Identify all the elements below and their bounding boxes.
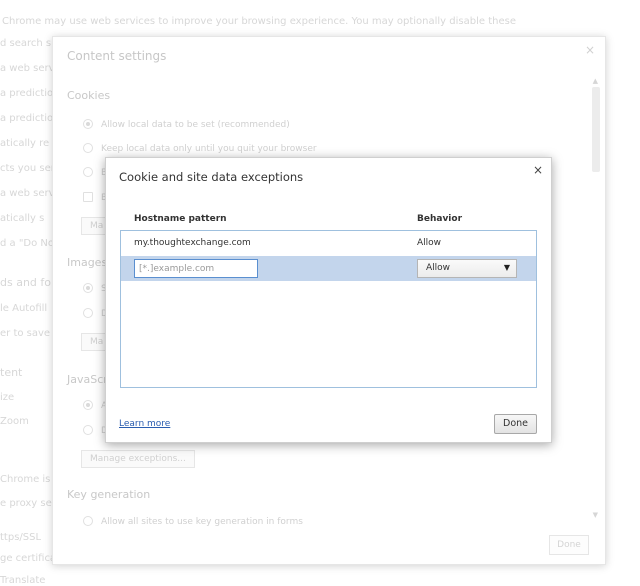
bg-section-heading: tent bbox=[0, 366, 23, 379]
behavior-cell: Allow bbox=[417, 238, 442, 248]
dialog-title: Cookie and site data exceptions bbox=[119, 170, 304, 184]
bg-text-line: Zoom bbox=[0, 416, 29, 427]
option-label: Allow local data to be set (recommended) bbox=[101, 120, 290, 130]
done-button[interactable]: Done bbox=[494, 414, 537, 434]
behavior-select-value: Allow bbox=[426, 263, 451, 273]
column-header-behavior: Behavior bbox=[417, 214, 463, 224]
hostname-pattern-input[interactable] bbox=[134, 259, 258, 278]
learn-more-link[interactable]: Learn more bbox=[119, 419, 170, 429]
bg-text-line: ize bbox=[0, 392, 15, 403]
key-generation-heading: Key generation bbox=[67, 488, 151, 501]
table-row-new-entry[interactable]: Allow ▼ bbox=[121, 256, 536, 281]
bg-text-line: le Autofill bbox=[0, 303, 48, 314]
images-option-show[interactable]: S bbox=[83, 283, 107, 294]
bg-text-line: Translate bbox=[0, 575, 46, 586]
scroll-down-arrow-icon[interactable]: ▼ bbox=[593, 511, 598, 519]
bg-text-line: d a "Do No bbox=[0, 238, 55, 249]
radio-icon[interactable] bbox=[83, 167, 93, 177]
bg-text-line: ttps/SSL bbox=[0, 532, 42, 543]
checkbox-icon[interactable] bbox=[83, 192, 93, 202]
radio-checked-icon[interactable] bbox=[83, 283, 93, 293]
javascript-manage-exceptions-button[interactable]: Manage exceptions... bbox=[81, 450, 195, 468]
radio-icon[interactable] bbox=[83, 143, 93, 153]
bg-text-line: er to save p bbox=[0, 328, 60, 339]
bg-text-line: a prediction bbox=[0, 113, 60, 124]
radio-icon[interactable] bbox=[83, 425, 93, 435]
bg-section-heading: ds and for bbox=[0, 276, 56, 289]
bg-text-line: a web serv bbox=[0, 188, 55, 199]
radio-checked-icon[interactable] bbox=[83, 119, 93, 129]
option-label: Keep local data only until you quit your… bbox=[101, 144, 317, 154]
javascript-option-allow[interactable]: A bbox=[83, 400, 107, 411]
bg-text-line: atically re bbox=[0, 138, 50, 149]
scroll-up-arrow-icon[interactable]: ▲ bbox=[593, 77, 598, 85]
bg-text-line: Chrome is bbox=[0, 474, 51, 485]
hostname-cell: my.thoughtexchange.com bbox=[134, 238, 251, 248]
behavior-select[interactable]: Allow ▼ bbox=[417, 259, 517, 278]
radio-icon[interactable] bbox=[83, 308, 93, 318]
bg-text-line: a prediction bbox=[0, 88, 60, 99]
bg-text-line: a web servi bbox=[0, 63, 58, 74]
radio-checked-icon[interactable] bbox=[83, 400, 93, 410]
cookies-option-session[interactable]: Keep local data only until you quit your… bbox=[83, 143, 317, 154]
cookies-heading: Cookies bbox=[67, 89, 111, 102]
close-icon[interactable]: × bbox=[585, 43, 595, 57]
exceptions-list: my.thoughtexchange.com Allow Allow ▼ bbox=[120, 230, 537, 388]
content-settings-done-button[interactable]: Done bbox=[549, 535, 589, 555]
bg-text-line: Chrome may use web services to improve y… bbox=[2, 16, 516, 27]
images-heading: Images bbox=[67, 256, 108, 269]
close-icon[interactable]: × bbox=[533, 163, 543, 177]
radio-icon[interactable] bbox=[83, 516, 93, 526]
scrollbar-thumb[interactable] bbox=[592, 87, 600, 172]
key-generation-option-allow[interactable]: Allow all sites to use key generation in… bbox=[83, 516, 303, 527]
content-settings-title: Content settings bbox=[67, 49, 167, 63]
column-header-hostname: Hostname pattern bbox=[134, 214, 227, 224]
table-row[interactable]: my.thoughtexchange.com Allow bbox=[121, 231, 536, 256]
cookies-option-block-third-party[interactable]: B bbox=[83, 192, 107, 203]
cookies-option-block[interactable]: B bbox=[83, 167, 107, 178]
bg-text-line: cts you sen bbox=[0, 163, 58, 174]
option-label: Allow all sites to use key generation in… bbox=[101, 517, 303, 527]
cookie-exceptions-dialog: Cookie and site data exceptions × Hostna… bbox=[105, 157, 552, 443]
dropdown-arrow-icon: ▼ bbox=[503, 263, 510, 272]
cookies-option-allow[interactable]: Allow local data to be set (recommended) bbox=[83, 119, 290, 130]
bg-text-line: atically s bbox=[0, 213, 45, 224]
